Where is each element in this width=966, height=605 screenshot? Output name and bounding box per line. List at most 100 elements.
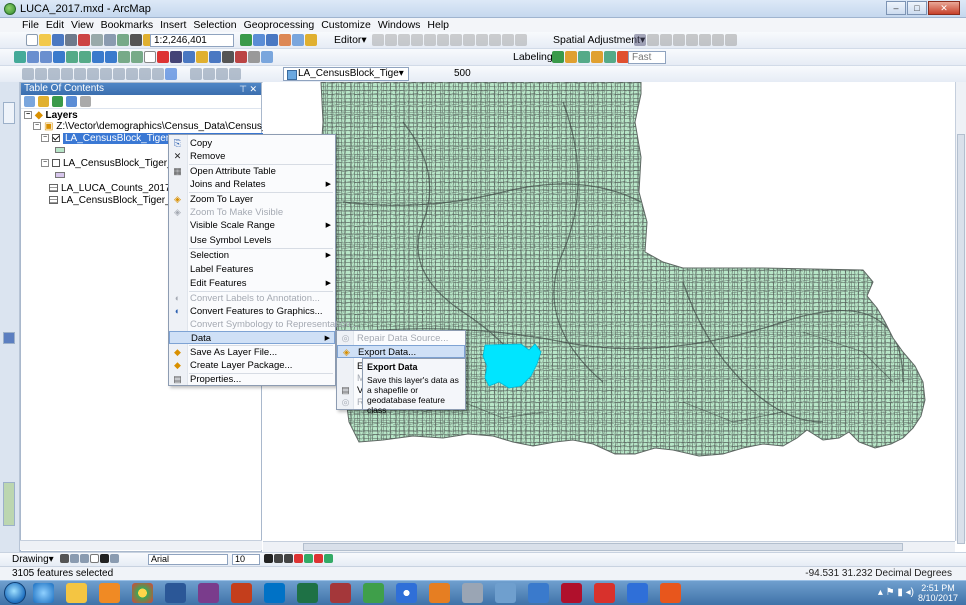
menu-item-label-features[interactable]: Label Features [169, 263, 335, 276]
project-icon[interactable] [198, 583, 219, 603]
menu-item-edit-features[interactable]: Edit Features ▶ [169, 277, 335, 290]
menu-item-copy[interactable]: ⎘ Copy [169, 137, 335, 150]
save-layer-icon: ◆ [174, 347, 181, 357]
menu-selection[interactable]: Selection [193, 18, 236, 32]
menu-help[interactable]: Help [427, 18, 449, 32]
pin-close-icon[interactable]: ⊤ ✕ [239, 83, 257, 95]
spatial-adjustment-icons[interactable] [634, 34, 737, 46]
app-icon[interactable] [429, 583, 450, 603]
layer-select-dropdown[interactable]: LA_CensusBlock_Tige▾ [283, 67, 409, 81]
menu-item-convert-features-graphics[interactable]: ◐ Convert Features to Graphics... [169, 305, 335, 318]
map-vertical-scrollbar[interactable] [955, 82, 966, 544]
map-scale-input[interactable]: 1:2,246,401 [150, 34, 234, 47]
menu-insert[interactable]: Insert [160, 18, 186, 32]
catalog-tool-icons[interactable] [240, 34, 317, 46]
pdf-icon[interactable] [594, 583, 615, 603]
scrollbar-thumb[interactable] [957, 134, 965, 544]
overview-dock-tab[interactable] [3, 482, 15, 526]
search-dock-tab[interactable] [3, 332, 15, 344]
system-tray-icons[interactable]: ▴ ⚑ ▮ ◂) [878, 587, 914, 598]
toc-options-icon[interactable] [80, 96, 91, 107]
collapse-icon[interactable]: − [24, 111, 32, 120]
word-icon[interactable] [165, 583, 186, 603]
editor-tool-icons[interactable] [372, 34, 527, 46]
access-icon[interactable] [330, 583, 351, 603]
map-view[interactable] [263, 82, 955, 541]
collapse-icon[interactable]: − [33, 122, 41, 131]
menu-edit[interactable]: Edit [46, 18, 64, 32]
table-row-1[interactable]: LA_LUCA_Counts_2017 [49, 183, 171, 195]
menu-item-create-layer-package[interactable]: ◆ Create Layer Package... [169, 359, 335, 372]
map-horizontal-scrollbar[interactable] [263, 541, 955, 552]
collapse-icon[interactable]: − [41, 159, 49, 168]
maximize-button[interactable]: □ [907, 1, 927, 15]
layer-visibility-checkbox[interactable] [52, 159, 60, 168]
minimize-button[interactable]: – [886, 1, 906, 15]
chrome-icon[interactable] [132, 583, 153, 603]
navigation-tool-icons[interactable] [14, 51, 273, 63]
menu-file[interactable]: File [22, 18, 39, 32]
scrollbar-thumb[interactable] [303, 543, 903, 551]
menu-item-export-data[interactable]: ◈ Export Data... [337, 345, 465, 358]
app-icon[interactable] [495, 583, 516, 603]
menu-item-zoom-to-layer[interactable]: ◈ Zoom To Layer [169, 193, 335, 206]
list-by-selection-icon[interactable] [66, 96, 77, 107]
file-explorer-icon[interactable] [66, 583, 87, 603]
menu-item-data[interactable]: Data ▶ [169, 331, 335, 344]
toc-horizontal-scrollbar[interactable] [20, 540, 262, 550]
internet-explorer-icon[interactable] [33, 583, 54, 603]
catalog-dock-tab[interactable] [3, 102, 15, 124]
menu-item-use-symbol-levels[interactable]: Use Symbol Levels [169, 234, 335, 247]
menu-customize[interactable]: Customize [321, 18, 371, 32]
menu-item-repair-data-source[interactable]: ◎ Repair Data Source... [337, 332, 465, 345]
app-icon[interactable] [99, 583, 120, 603]
menu-item-remove[interactable]: ✕ Remove [169, 150, 335, 163]
mail-icon[interactable] [363, 583, 384, 603]
powerpoint-icon[interactable] [231, 583, 252, 603]
start-button[interactable] [4, 582, 26, 604]
menu-item-zoom-to-make-visible[interactable]: ◈ Zoom To Make Visible [169, 206, 335, 219]
clock[interactable]: 2:51 PM 8/10/2017 [918, 583, 958, 603]
labeling-tool-icons[interactable] [552, 51, 629, 63]
close-button[interactable]: ✕ [928, 1, 960, 15]
layer-visibility-checkbox[interactable] [52, 134, 60, 143]
zoom-value[interactable]: 500 [451, 68, 473, 81]
font-select[interactable]: Arial [148, 554, 228, 565]
app-icon[interactable] [462, 583, 483, 603]
app-icon[interactable] [660, 583, 681, 603]
menu-item-selection[interactable]: Selection ▶ [169, 249, 335, 262]
spatial-adjustment-menu[interactable]: Spatial Adjustment▾ [553, 34, 645, 47]
dropbox-icon[interactable] [627, 583, 648, 603]
editor-menu[interactable]: Editor▾ [334, 34, 367, 47]
misc-tool-icons[interactable] [22, 68, 177, 80]
font-size-select[interactable]: 10 [232, 554, 260, 565]
menu-windows[interactable]: Windows [378, 18, 421, 32]
drawing-tool-icons[interactable] [60, 554, 119, 563]
app-icon[interactable] [561, 583, 582, 603]
standard-tool-icons[interactable] [26, 34, 155, 46]
layer-symbol-swatch[interactable] [55, 172, 65, 178]
excel-icon[interactable] [297, 583, 318, 603]
list-by-source-icon[interactable] [38, 96, 49, 107]
outlook-icon[interactable] [264, 583, 285, 603]
menu-item-joins-relates[interactable]: Joins and Relates ▶ [169, 178, 335, 191]
drawing-menu[interactable]: Drawing▾ [12, 553, 54, 566]
menu-bookmarks[interactable]: Bookmarks [101, 18, 154, 32]
layer-symbol-swatch[interactable] [55, 147, 65, 153]
arcmap-taskbar-icon[interactable] [396, 583, 417, 603]
menu-item-convert-symbology[interactable]: Convert Symbology to Representation... [169, 318, 358, 331]
menu-view[interactable]: View [71, 18, 94, 32]
list-by-drawing-order-icon[interactable] [24, 96, 35, 107]
app-icon[interactable] [528, 583, 549, 603]
graphics-tool-icons[interactable] [190, 68, 241, 80]
menu-item-visible-scale-range[interactable]: Visible Scale Range ▶ [169, 219, 335, 232]
collapse-icon[interactable]: − [41, 134, 49, 143]
label-quality-select[interactable]: Fast [628, 51, 666, 64]
list-by-visibility-icon[interactable] [52, 96, 63, 107]
menu-item-convert-labels[interactable]: ◐ Convert Labels to Annotation... [169, 292, 335, 305]
menu-item-save-as-layer-file[interactable]: ◆ Save As Layer File... [169, 346, 335, 359]
menu-geoprocessing[interactable]: Geoprocessing [244, 18, 315, 32]
text-format-icons[interactable] [264, 554, 333, 563]
menu-item-open-attribute-table[interactable]: ▦ Open Attribute Table [169, 165, 335, 178]
menu-item-properties[interactable]: ▤ Properties... [169, 373, 335, 386]
